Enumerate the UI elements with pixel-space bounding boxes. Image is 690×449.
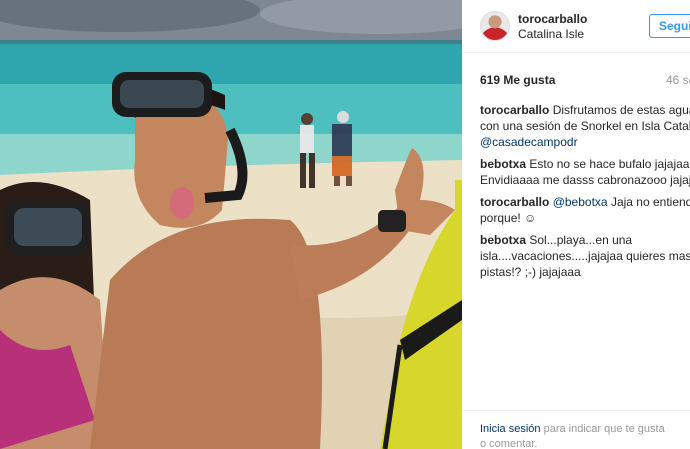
login-prompt-text: o comentar.	[480, 438, 538, 449]
comment-text: Esto no se hace bufalo jajajaa	[529, 157, 690, 171]
comment-text: Disfrutamos de estas agua	[552, 103, 690, 117]
comment-item: bebotxa Sol...playa...en una isla....vac…	[480, 232, 690, 280]
comment-text: pistas!? ;-) jajajaaa	[480, 265, 581, 279]
comment-text: Sol...playa...en una	[529, 233, 633, 247]
likes-count[interactable]: 619 Me gusta	[480, 73, 555, 87]
comment-mention[interactable]: @bebotxa	[553, 195, 608, 209]
header-divider	[462, 52, 690, 53]
comment-text: con una sesión de Snorkel en Isla Catali…	[480, 119, 690, 133]
header-location[interactable]: Catalina Isle	[518, 27, 584, 41]
comment-username[interactable]: bebotxa	[480, 233, 526, 247]
comments-list: torocarballo Disfrutamos de estas agua c…	[480, 102, 690, 286]
comment-text: isla....vacaciones.....jajajaa quieres m…	[480, 249, 690, 263]
comment-item: torocarballo Disfrutamos de estas agua c…	[480, 102, 690, 150]
post-time[interactable]: 46 sem	[666, 73, 690, 87]
comment-text: Jaja no entiendo	[610, 195, 690, 209]
comment-text: porque! ☺	[480, 211, 537, 225]
avatar[interactable]	[480, 11, 510, 41]
photo-illustration	[0, 0, 462, 449]
post-header: torocarballo Catalina Isle Seguir	[462, 0, 690, 52]
post-photo[interactable]	[0, 0, 462, 449]
comment-username[interactable]: bebotxa	[480, 157, 526, 171]
login-prompt-text: para indicar que te gusta	[543, 423, 665, 435]
header-username[interactable]: torocarballo	[518, 12, 587, 26]
comment-item: bebotxa Esto no se hace bufalo jajajaa E…	[480, 156, 690, 188]
comment-text: Envidiaaaa me dasss cabronazooo jajaja	[480, 173, 690, 187]
comment-username[interactable]: torocarballo	[480, 195, 549, 209]
comment-item: torocarballo @bebotxa Jaja no entiendo p…	[480, 194, 690, 226]
post-sidebar: torocarballo Catalina Isle Seguir 619 Me…	[462, 0, 690, 449]
footer-divider	[462, 410, 690, 411]
comment-username[interactable]: torocarballo	[480, 103, 549, 117]
follow-button[interactable]: Seguir	[649, 14, 690, 38]
login-prompt: Inicia sesión para indicar que te gusta …	[480, 422, 690, 449]
login-link[interactable]: Inicia sesión	[480, 423, 541, 435]
comment-mention[interactable]: @casadecampodr	[480, 134, 690, 150]
